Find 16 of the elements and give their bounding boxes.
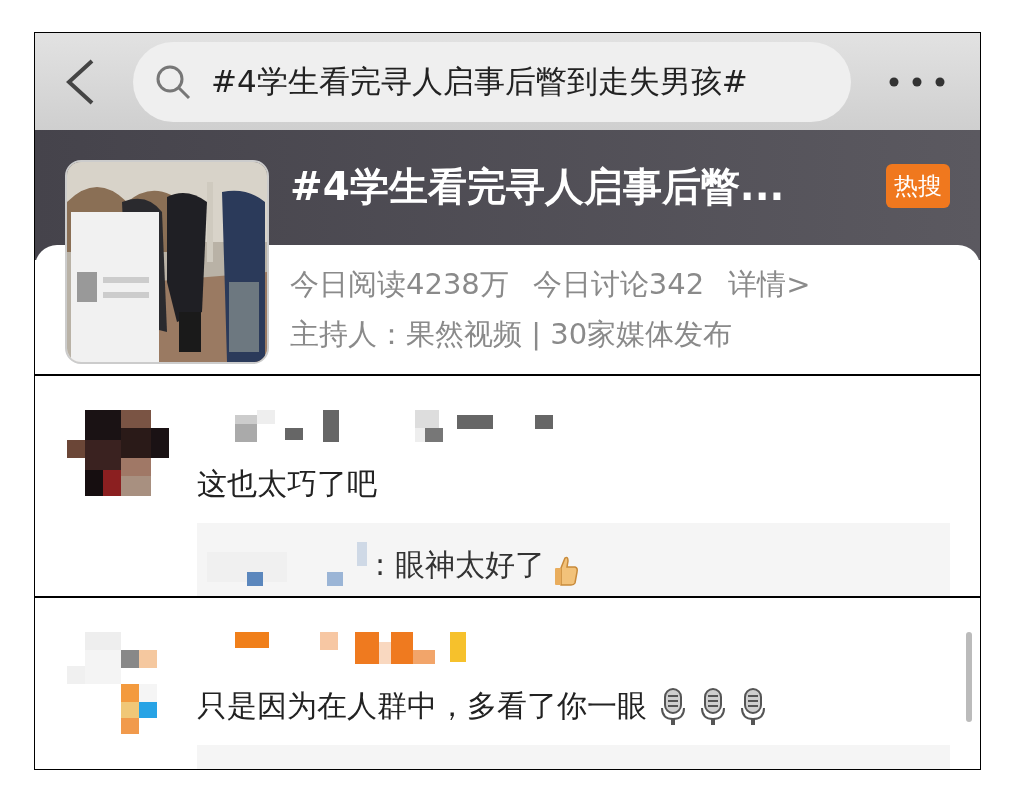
comment-text: 这也太巧了吧 bbox=[197, 465, 377, 503]
search-field[interactable]: #4学生看完寻人启事后瞥到走失男孩# bbox=[133, 41, 851, 122]
reply-text: : 眼神太好了 bbox=[375, 546, 545, 584]
microphone-icon bbox=[699, 687, 727, 726]
hot-search-badge: 热搜 bbox=[886, 164, 950, 208]
microphone-icon bbox=[739, 687, 767, 726]
more-icon[interactable] bbox=[889, 76, 945, 87]
stat-text: 今日阅读4238万 bbox=[290, 266, 509, 303]
comment-text: 只是因为在人群中，多看了你一眼 bbox=[197, 687, 647, 725]
search-icon bbox=[155, 63, 191, 100]
thumbs-up-icon bbox=[552, 556, 579, 586]
microphone-icon bbox=[659, 687, 687, 726]
stat-text: 今日讨论342 bbox=[532, 266, 705, 303]
host-line: 主持人：果然视频 | 30家媒体发布 bbox=[290, 316, 733, 353]
topic-title: #4学生看完寻人启事后瞥... bbox=[290, 163, 785, 211]
back-icon[interactable] bbox=[65, 58, 95, 105]
